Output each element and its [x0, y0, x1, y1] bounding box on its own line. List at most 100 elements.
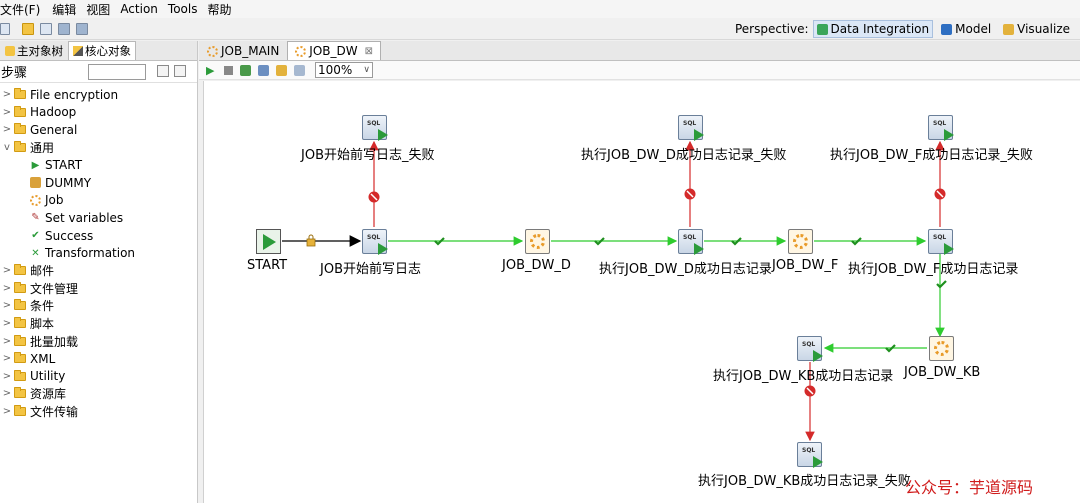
perspective-data-integration[interactable]: Data Integration: [812, 20, 934, 38]
sql-node-log-dw-f[interactable]: SQL: [928, 229, 954, 255]
sql-icon: SQL: [933, 120, 947, 127]
tree-label: 脚本: [30, 317, 55, 332]
sql-icon: SQL: [933, 234, 947, 241]
success-badge: [434, 237, 947, 353]
tree-item-job[interactable]: Job: [0, 192, 197, 210]
job-node-dw-d[interactable]: [525, 229, 550, 254]
sql-node-log-dw-kb[interactable]: SQL: [797, 336, 823, 362]
tab-main-object-tree[interactable]: 主对象树: [0, 41, 68, 60]
menu-edit[interactable]: 编辑: [52, 1, 82, 18]
collapse-all-icon[interactable]: [174, 65, 186, 77]
tree-folder-file-transfer[interactable]: > 文件传输: [0, 403, 197, 421]
sql-node-log-dw-kb-fail[interactable]: SQL: [797, 442, 823, 468]
save-icon[interactable]: [58, 22, 70, 35]
chevron-right-icon[interactable]: >: [0, 371, 14, 382]
job-canvas[interactable]: START SQL JOB开始前写日志 SQL JOB开始前写日志_失败 JOB…: [203, 81, 1080, 503]
tree-folder-scripting[interactable]: > 脚本: [0, 315, 197, 333]
menu-file[interactable]: 文件(F): [0, 1, 46, 18]
chevron-right-icon[interactable]: >: [0, 353, 14, 364]
tree-item-set-variables[interactable]: ✎ Set variables: [0, 209, 197, 227]
transformation-icon: ✕: [31, 247, 40, 259]
editor-tabs: JOB_MAIN JOB_DW ⊠: [199, 41, 1080, 61]
tree-item-transformation[interactable]: ✕ Transformation: [0, 244, 197, 262]
folder-open-icon: [14, 141, 26, 153]
tab-job-dw[interactable]: JOB_DW ⊠: [287, 41, 382, 60]
tree-folder-bulk-loading[interactable]: > 批量加载: [0, 332, 197, 350]
sql-editor-icon[interactable]: [294, 64, 305, 76]
sql-node-log-dw-f-fail[interactable]: SQL: [928, 115, 954, 141]
job-icon: [934, 341, 949, 356]
node-label-log-dw-d-fail: 执行JOB_DW_D成功日志记录_失败: [581, 148, 787, 163]
tree-label: Utility: [30, 369, 66, 384]
tree-label: START: [45, 158, 83, 173]
save-as-icon[interactable]: [76, 22, 88, 35]
perspective-visualize[interactable]: Visualize: [999, 20, 1074, 38]
chevron-right-icon[interactable]: >: [0, 300, 14, 311]
steps-bar: 步骤: [0, 61, 197, 83]
tree-item-start[interactable]: ▶ START: [0, 156, 197, 174]
new-file-icon[interactable]: [0, 22, 10, 35]
node-label-log-dw-kb: 执行JOB_DW_KB成功日志记录: [713, 369, 894, 384]
tree-folder-repository[interactable]: > 资源库: [0, 385, 197, 403]
menu-tools[interactable]: Tools: [168, 2, 204, 16]
sql-node-log-begin-fail[interactable]: SQL: [362, 115, 388, 141]
folder-icon: [14, 387, 26, 399]
debug-run-icon[interactable]: [240, 64, 251, 76]
chevron-right-icon[interactable]: >: [0, 124, 14, 135]
tag-icon: ✎: [31, 212, 40, 224]
sql-node-log-dw-d[interactable]: SQL: [678, 229, 704, 255]
perspective-label: Perspective:: [734, 22, 809, 36]
tree-folder-general[interactable]: > General: [0, 121, 197, 139]
job-node-dw-f[interactable]: [788, 229, 813, 254]
explore-repository-icon[interactable]: [40, 22, 52, 35]
left-panel-tabs: 主对象树 核心对象: [0, 41, 197, 61]
start-node[interactable]: [256, 229, 281, 254]
tree-folder-utility[interactable]: > Utility: [0, 368, 197, 386]
zoom-select[interactable]: 100% ∨: [315, 62, 373, 78]
sql-node-log-begin[interactable]: SQL: [362, 229, 388, 255]
tree-folder-conditions[interactable]: > 条件: [0, 297, 197, 315]
chevron-right-icon[interactable]: >: [0, 265, 14, 276]
chevron-right-icon[interactable]: >: [0, 107, 14, 118]
tree-folder-file-encryption[interactable]: > File encryption: [0, 86, 197, 104]
tree-folder-common[interactable]: v 通用: [0, 139, 197, 157]
stop-icon[interactable]: [224, 65, 233, 75]
menu-help[interactable]: 帮助: [207, 1, 237, 18]
chevron-right-icon[interactable]: >: [0, 283, 14, 294]
chevron-down-icon[interactable]: v: [0, 142, 14, 153]
tree-folder-hadoop[interactable]: > Hadoop: [0, 104, 197, 122]
tree-folder-file-management[interactable]: > 文件管理: [0, 280, 197, 298]
chevron-right-icon[interactable]: >: [0, 89, 14, 100]
tree-folder-xml[interactable]: > XML: [0, 350, 197, 368]
job-node-dw-kb[interactable]: [929, 336, 954, 361]
chevron-right-icon[interactable]: >: [0, 388, 14, 399]
perspective-model[interactable]: Model: [937, 20, 995, 38]
sql-icon: SQL: [367, 234, 381, 241]
chevron-right-icon[interactable]: >: [0, 318, 14, 329]
play-icon: [263, 234, 276, 250]
tab-job-main-label: JOB_MAIN: [221, 44, 280, 58]
tab-job-main[interactable]: JOB_MAIN: [199, 41, 287, 60]
replay-icon[interactable]: [258, 64, 269, 76]
node-label-log-dw-d: 执行JOB_DW_D成功日志记录: [599, 262, 772, 277]
tree-folder-mail[interactable]: > 邮件: [0, 262, 197, 280]
sql-node-log-dw-d-fail[interactable]: SQL: [678, 115, 704, 141]
chevron-right-icon[interactable]: >: [0, 406, 14, 417]
open-folder-icon[interactable]: [22, 22, 34, 35]
close-icon[interactable]: ⊠: [365, 46, 373, 57]
tree-item-success[interactable]: ✔ Success: [0, 227, 197, 245]
tree-item-dummy[interactable]: DUMMY: [0, 174, 197, 192]
menu-view[interactable]: 视图: [86, 1, 116, 18]
chevron-right-icon[interactable]: >: [0, 336, 14, 347]
steps-tree: > File encryption > Hadoop > General v 通用 ▶ S…: [0, 83, 197, 420]
tab-core-objects[interactable]: 核心对象: [68, 41, 136, 60]
sql-icon: SQL: [802, 447, 816, 454]
steps-search-input[interactable]: [88, 64, 146, 80]
lock-icon: [306, 234, 316, 247]
folder-icon: [14, 105, 26, 117]
run-icon[interactable]: ▶: [206, 65, 217, 76]
expand-all-icon[interactable]: [157, 65, 169, 77]
menu-action[interactable]: Action: [120, 2, 164, 16]
dummy-icon: [30, 177, 41, 189]
check-icon[interactable]: [276, 64, 287, 76]
